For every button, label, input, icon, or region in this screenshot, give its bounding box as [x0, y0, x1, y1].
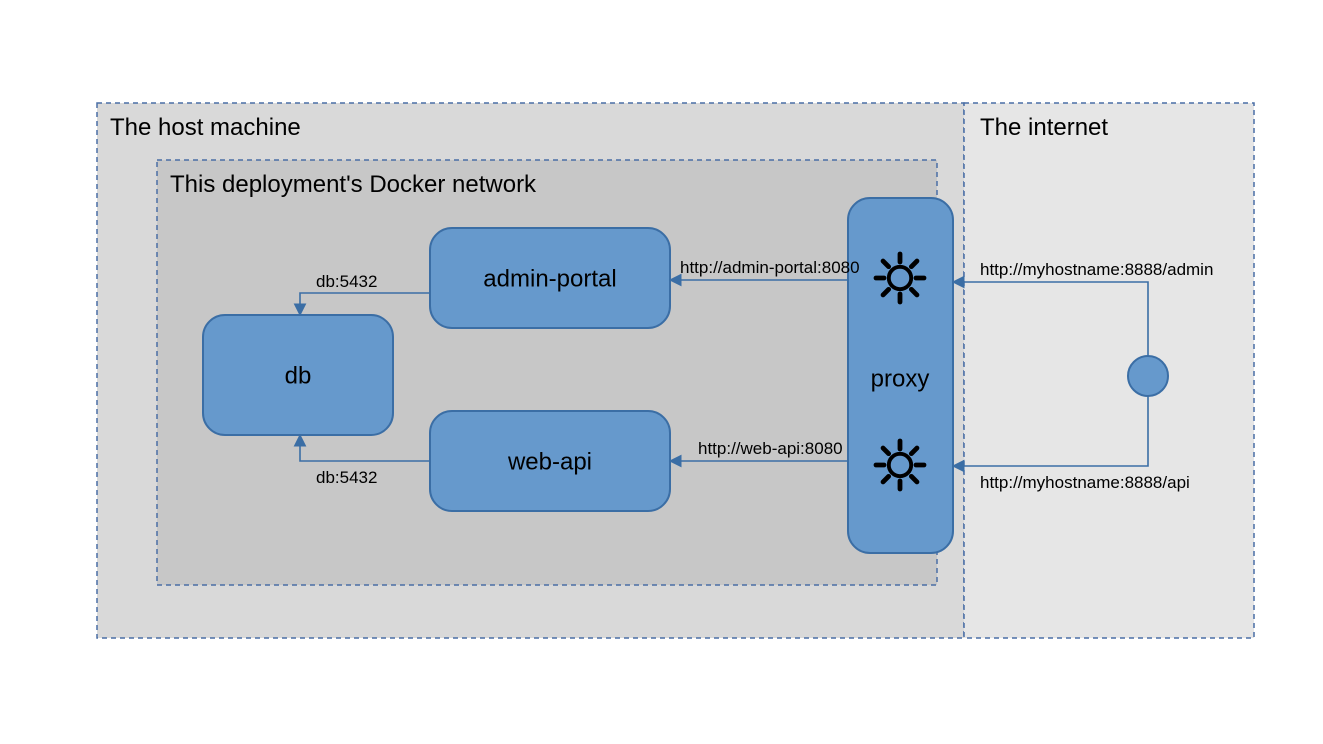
- internet-client-node: [1128, 356, 1168, 396]
- zone-internet: [964, 103, 1254, 638]
- node-proxy-label: proxy: [871, 365, 930, 392]
- zone-internet-title: The internet: [980, 114, 1108, 141]
- architecture-diagram: The host machine This deployment's Docke…: [0, 0, 1323, 744]
- edge-proxy-to-admin-label: http://admin-portal:8080: [680, 258, 860, 277]
- edge-internet-to-admin-label: http://myhostname:8888/admin: [980, 260, 1213, 279]
- node-web-api-label: web-api: [507, 448, 592, 475]
- edge-web-to-db-label: db:5432: [316, 468, 377, 487]
- node-db-label: db: [285, 362, 312, 389]
- zone-host-title: The host machine: [110, 114, 301, 141]
- edge-internet-to-api-label: http://myhostname:8888/api: [980, 473, 1190, 492]
- edge-proxy-to-web-label: http://web-api:8080: [698, 439, 843, 458]
- node-admin-portal-label: admin-portal: [483, 265, 616, 292]
- edge-admin-to-db-label: db:5432: [316, 272, 377, 291]
- zone-docker-title: This deployment's Docker network: [170, 171, 537, 198]
